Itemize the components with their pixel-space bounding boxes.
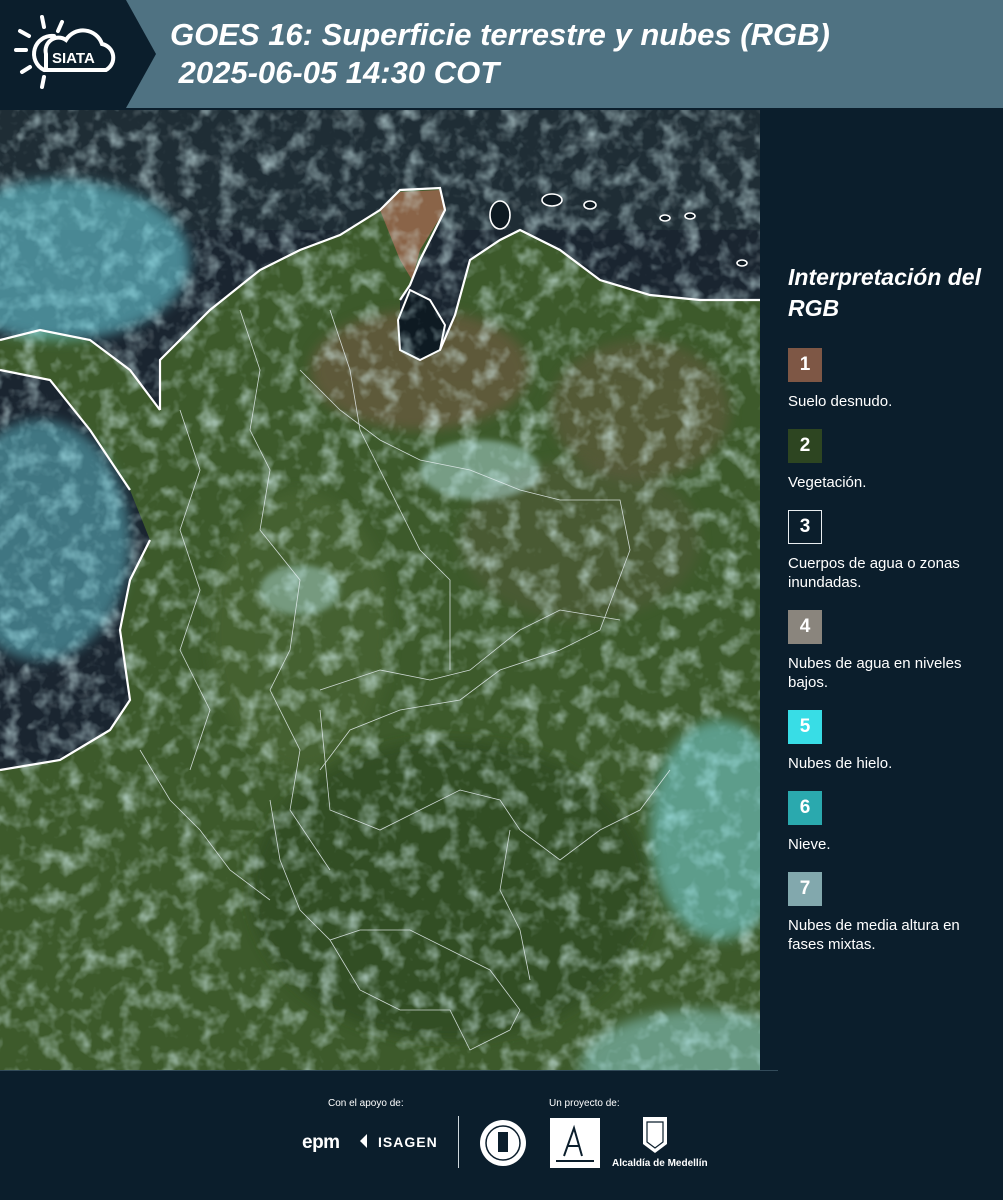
legend-item: 3 Cuerpos de agua o zonas inundadas. [788,510,988,592]
legend-label: Nubes de agua en niveles bajos. [788,655,962,691]
legend-swatch: 7 [788,872,822,906]
legend-label: Nubes de hielo. [788,755,893,772]
legend-swatch: 5 [788,710,822,744]
footer-divider [0,1070,778,1071]
legend-label: Cuerpos de agua o zonas inundadas. [788,555,960,591]
logo-arrow [126,0,156,108]
legend-item: 6 Nieve. [788,791,988,854]
legend-swatch: 2 [788,429,822,463]
legend-swatch: 1 [788,348,822,382]
header-bar: SIATA GOES 16: Superficie terrestre y nu… [0,0,1003,108]
footer-vertical-divider [458,1116,459,1168]
legend-item: 2 Vegetación. [788,429,988,492]
legend-title: Interpretación del RGB [788,264,981,321]
cloud-cover [0,110,760,1070]
logo-label: SIATA [52,50,95,67]
alcaldia-shield-icon [643,1117,667,1153]
satellite-image [0,110,760,1070]
legend-items: 1 Suelo desnudo. 2 Vegetación. 3 Cuerpos de a… [788,348,988,954]
logo-block: SIATA [0,0,126,108]
legend-label: Nieve. [788,836,831,853]
epm-logo: epm [302,1132,340,1153]
legend-label: Suelo desnudo. [788,393,893,410]
footer: Con el apoyo de: Un proyecto de: epm ISA… [0,1070,1003,1200]
alcaldia-label: Alcaldía de Medellín [612,1158,708,1169]
support-label: Con el apoyo de: [328,1098,404,1109]
project-label: Un proyecto de: [549,1098,620,1109]
legend-label: Vegetación. [788,474,867,491]
legend-panel: Interpretación del RGB 1 Suelo desnudo. 2 V… [788,262,988,972]
area-metropolitana-logo [550,1118,600,1168]
medellin-seal-icon [480,1120,526,1166]
legend-item: 4 Nubes de agua en niveles bajos. [788,610,988,692]
page-title: GOES 16: Superficie terrestre y nubes (R… [170,17,830,90]
legend-item: 7 Nubes de media altura en fases mixtas. [788,872,988,954]
legend-swatch: 6 [788,791,822,825]
legend-swatch: 3 [788,510,822,544]
legend-item: 5 Nubes de hielo. [788,710,988,773]
legend-label: Nubes de media altura en fases mixtas. [788,917,960,953]
siata-logo-icon: SIATA [14,15,116,89]
isagen-logo: ISAGEN [378,1134,438,1150]
area-metropolitana-icon [556,1124,594,1162]
legend-item: 1 Suelo desnudo. [788,348,988,411]
satellite-map [0,110,760,1070]
isagen-mark-icon [360,1134,367,1148]
legend-swatch: 4 [788,610,822,644]
